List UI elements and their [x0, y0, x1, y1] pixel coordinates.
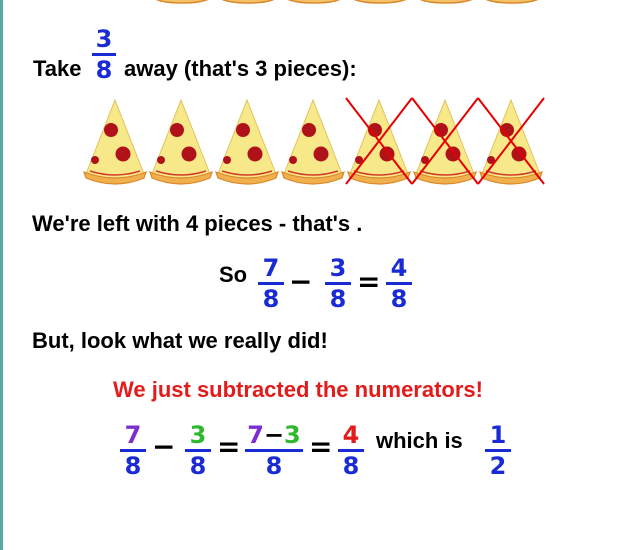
pizza-slice-row	[83, 97, 545, 185]
take-fraction-numerator: 3	[95, 25, 113, 53]
eq1-a-numerator: 7	[262, 254, 280, 282]
eq1-fraction-b: 3 8	[325, 256, 351, 311]
page-left-border	[0, 0, 3, 550]
take-label: Take	[33, 56, 82, 81]
pepperoni	[313, 146, 329, 162]
take-fraction: 3 8	[92, 27, 116, 82]
eq2-mid-denominator: 8	[265, 452, 283, 480]
pepperoni	[91, 156, 99, 164]
pepperoni	[236, 123, 250, 137]
pizza-slice	[281, 98, 345, 185]
eq1-a-denominator: 8	[262, 285, 280, 313]
eq2-minus: −	[152, 430, 176, 463]
top-pizza-crusts	[150, 0, 550, 6]
eq2-mid-numerator: 7−3	[247, 423, 301, 447]
eq1-minus: −	[289, 265, 313, 298]
pepperoni	[157, 156, 165, 164]
eq2-fraction-simplified: 1 2	[485, 423, 511, 478]
take-fraction-denominator: 8	[95, 56, 113, 84]
eq2-fraction-a: 7 8	[120, 423, 146, 478]
eq1-c-denominator: 8	[390, 285, 408, 313]
pizza-slice	[149, 98, 213, 185]
eq2-result-numerator: 4	[342, 421, 360, 449]
pepperoni	[223, 156, 231, 164]
pepperoni	[289, 156, 297, 164]
eq2-b-denominator: 8	[189, 452, 207, 480]
eq2-a-denominator: 8	[124, 452, 142, 480]
eq2-fraction-b: 3 8	[185, 423, 211, 478]
eq2-a-numerator: 7	[124, 421, 142, 449]
pepperoni	[104, 123, 118, 137]
eq2-b-numerator: 3	[189, 421, 207, 449]
pizza-slice	[83, 98, 147, 185]
pepperoni	[302, 123, 316, 137]
subtracted-numerators-highlight: We just subtracted the numerators!	[113, 377, 483, 402]
eq2-equals-1: =	[217, 430, 241, 463]
pepperoni	[181, 146, 197, 162]
eq1-b-numerator: 3	[329, 254, 347, 282]
eq2-mid-num-right: 3	[284, 421, 301, 449]
but-look-text: But, look what we really did!	[32, 328, 328, 353]
which-is-text: which is	[376, 428, 463, 453]
eq1-b-denominator: 8	[329, 285, 347, 313]
eq2-simplified-numerator: 1	[489, 421, 507, 449]
eq2-fraction-result: 4 8	[338, 423, 364, 478]
so-label: So	[219, 262, 248, 287]
eq2-result-denominator: 8	[342, 452, 360, 480]
eq2-equals-2: =	[309, 430, 333, 463]
top-crust-strip	[155, 0, 539, 4]
eq1-fraction-a: 7 8	[258, 256, 284, 311]
pizza-slice	[215, 98, 279, 185]
eq2-simplified-denominator: 2	[489, 452, 507, 480]
pepperoni	[170, 123, 184, 137]
eq2-fraction-mid: 7−3 8	[245, 423, 303, 478]
eq1-equals: =	[357, 265, 381, 298]
pepperoni	[115, 146, 131, 162]
eq1-fraction-c: 4 8	[386, 256, 412, 311]
eq2-mid-num-left: 7	[247, 421, 264, 449]
eq1-c-numerator: 4	[390, 254, 408, 282]
left-with-text: We're left with 4 pieces - that's .	[32, 211, 363, 236]
pepperoni	[247, 146, 263, 162]
take-away-text: away (that's 3 pieces):	[124, 56, 357, 81]
eq2-mid-num-op: −	[263, 421, 285, 449]
